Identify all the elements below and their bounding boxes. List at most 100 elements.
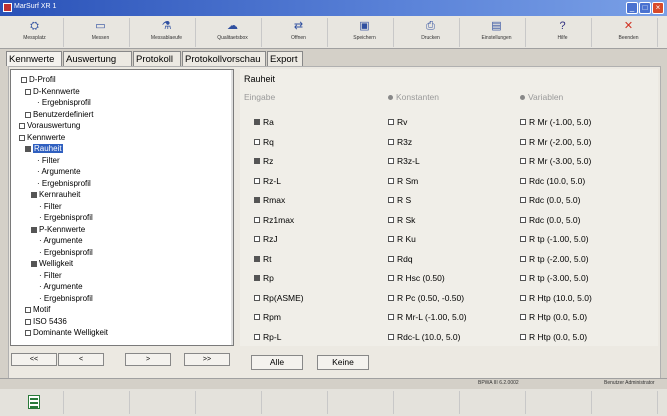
parameter-checkbox[interactable]: R tp (-1.00, 5.0) — [520, 234, 589, 244]
tab-protokollvorschau[interactable]: Protokollvorschau — [182, 51, 266, 66]
maximize-button[interactable]: □ — [639, 2, 651, 14]
tree-item[interactable]: ISO 5436 — [25, 317, 67, 327]
parameter-tree[interactable]: D-Profil D-Kennwerte · Ergebnisprofil Benut… — [10, 69, 234, 346]
bottom-slot-button[interactable] — [72, 391, 130, 414]
parameter-checkbox[interactable]: Rdc-L (10.0, 5.0) — [388, 332, 460, 342]
parameter-checkbox[interactable]: RzJ — [254, 234, 278, 244]
tree-item[interactable]: Rauheit — [25, 144, 63, 154]
nav-first-button[interactable]: << — [11, 353, 57, 366]
tab-kennwerte[interactable]: Kennwerte — [6, 51, 62, 66]
toolbar-button-settings[interactable]: ▤ Einstellungen — [468, 18, 526, 47]
parameter-checkbox[interactable]: Rp(ASME) — [254, 293, 304, 303]
parameter-checkbox[interactable]: Rdc (0.0, 5.0) — [520, 215, 581, 225]
toolbar-button-programs[interactable]: ⚗ Messablaeufe — [138, 18, 196, 47]
tree-item[interactable]: · Argumente — [39, 282, 83, 292]
tree-item[interactable]: · Filter — [37, 156, 60, 166]
nav-prev-button[interactable]: < — [58, 353, 104, 366]
select-all-button[interactable]: Alle — [251, 355, 303, 370]
tab-export[interactable]: Export — [267, 51, 303, 66]
tree-item[interactable]: Motif — [25, 305, 50, 315]
bottom-slot-button[interactable] — [6, 391, 64, 414]
tab-protokoll[interactable]: Protokoll — [133, 51, 181, 66]
header-konstanten[interactable]: Konstanten — [388, 92, 439, 102]
tree-item[interactable]: · Filter — [39, 202, 62, 212]
tree-item[interactable]: D-Profil — [21, 75, 56, 85]
parameter-checkbox[interactable]: Rdc (0.0, 5.0) — [520, 195, 581, 205]
parameter-checkbox[interactable]: Rz1max — [254, 215, 294, 225]
tree-item[interactable]: · Filter — [39, 271, 62, 281]
parameter-checkbox[interactable]: Rdq — [388, 254, 413, 264]
toolbar-button-measuring-station[interactable]: ⛭ Messplatz — [6, 18, 64, 47]
parameter-checkbox[interactable]: R Htp (0.0, 5.0) — [520, 332, 587, 342]
tree-item[interactable]: · Argumente — [39, 236, 83, 246]
bottom-slot-button[interactable] — [600, 391, 658, 414]
nav-last-button[interactable]: >> — [184, 353, 230, 366]
tree-item[interactable]: D-Kennwerte — [25, 87, 80, 97]
tree-item[interactable]: Welligkeit — [31, 259, 73, 269]
tree-item[interactable]: · Ergebnisprofil — [37, 179, 91, 189]
bottom-slot-button[interactable] — [534, 391, 592, 414]
tree-item[interactable]: Kernrauheit — [31, 190, 80, 200]
toolbar-button-help[interactable]: ? Hilfe — [534, 18, 592, 47]
header-variablen[interactable]: Variablen — [520, 92, 563, 102]
parameter-checkbox[interactable]: R3z-L — [388, 156, 420, 166]
parameter-checkbox[interactable]: Rp — [254, 273, 274, 283]
parameter-checkbox[interactable]: R tp (-2.00, 5.0) — [520, 254, 589, 264]
toolbar-button-measure[interactable]: ▭ Messen — [72, 18, 130, 47]
toolbar-button-exit[interactable]: ✕ Beenden — [600, 18, 658, 47]
parameter-checkbox[interactable]: Rz-L — [254, 176, 281, 186]
parameter-checkbox[interactable]: R tp (-3.00, 5.0) — [520, 273, 589, 283]
parameter-checkbox[interactable]: Rv — [388, 117, 407, 127]
parameter-checkbox[interactable]: R Sm — [388, 176, 418, 186]
parameter-checkbox[interactable]: R Hsc (0.50) — [388, 273, 445, 283]
parameter-checkbox[interactable]: Rmax — [254, 195, 285, 205]
tree-item[interactable]: Kennwerte — [19, 133, 65, 143]
parameter-checkbox[interactable]: R Htp (0.0, 5.0) — [520, 312, 587, 322]
tree-item[interactable]: · Ergebnisprofil — [39, 213, 93, 223]
bottom-slot-button[interactable] — [138, 391, 196, 414]
minimize-button[interactable]: _ — [626, 2, 638, 14]
tree-item[interactable]: P-Kennwerte — [31, 225, 85, 235]
parameter-checkbox[interactable]: R Mr (-1.00, 5.0) — [520, 117, 591, 127]
bottom-slot-button[interactable] — [402, 391, 460, 414]
parameter-checkbox[interactable]: R Htp (10.0, 5.0) — [520, 293, 592, 303]
parameter-checkbox[interactable]: Rz — [254, 156, 273, 166]
tree-item[interactable]: · Argumente — [37, 167, 81, 177]
toolbar-button-open[interactable]: ⇄ Offnen — [270, 18, 328, 47]
bottom-slot-button[interactable] — [336, 391, 394, 414]
parameter-checkbox[interactable]: Rt — [254, 254, 272, 264]
tree-item[interactable]: · Ergebnisprofil — [39, 248, 93, 258]
parameter-checkbox[interactable]: R Ku — [388, 234, 416, 244]
toolbar-button-label: Offnen — [291, 35, 306, 41]
parameter-checkbox[interactable]: R S — [388, 195, 411, 205]
parameter-checkbox[interactable]: R3z — [388, 137, 412, 147]
tree-item[interactable]: Dominante Welligkeit — [25, 328, 108, 338]
bottom-slot-button[interactable] — [468, 391, 526, 414]
tree-item[interactable]: Vorauswertung — [19, 121, 80, 131]
parameter-checkbox[interactable]: Ra — [254, 117, 274, 127]
parameter-checkbox[interactable]: R Mr-L (-1.00, 5.0) — [388, 312, 467, 322]
tree-item[interactable]: Benutzerdefiniert — [25, 110, 93, 120]
close-window-button[interactable]: × — [652, 2, 664, 14]
tab-auswertung[interactable]: Auswertung — [63, 51, 132, 66]
parameter-checkbox[interactable]: Rq — [254, 137, 274, 147]
parameter-checkbox[interactable]: Rp-L — [254, 332, 281, 342]
bottom-slot-button[interactable] — [270, 391, 328, 414]
nav-next-button[interactable]: > — [125, 353, 171, 366]
parameter-checkbox[interactable]: R Sk — [388, 215, 415, 225]
toolbar-button-quality[interactable]: ☁ Qualitaetsbox — [204, 18, 262, 47]
tree-item[interactable]: · Ergebnisprofil — [37, 98, 91, 108]
parameter-checkbox[interactable]: R Pc (0.50, -0.50) — [388, 293, 464, 303]
unchecked-box-icon — [254, 138, 260, 145]
header-eingabe[interactable]: Eingabe — [244, 92, 275, 102]
parameter-checkbox[interactable]: Rdc (10.0, 5.0) — [520, 176, 585, 186]
tree-item[interactable]: · Ergebnisprofil — [39, 294, 93, 304]
tree-scrollbar[interactable] — [231, 70, 233, 345]
toolbar-button-print[interactable]: ⎙ Drucken — [402, 18, 460, 47]
select-none-button[interactable]: Keine — [317, 355, 369, 370]
parameter-checkbox[interactable]: R Mr (-3.00, 5.0) — [520, 156, 591, 166]
bottom-slot-button[interactable] — [204, 391, 262, 414]
parameter-checkbox[interactable]: Rpm — [254, 312, 281, 322]
toolbar-button-save[interactable]: ▣ Speichern — [336, 18, 394, 47]
parameter-checkbox[interactable]: R Mr (-2.00, 5.0) — [520, 137, 591, 147]
